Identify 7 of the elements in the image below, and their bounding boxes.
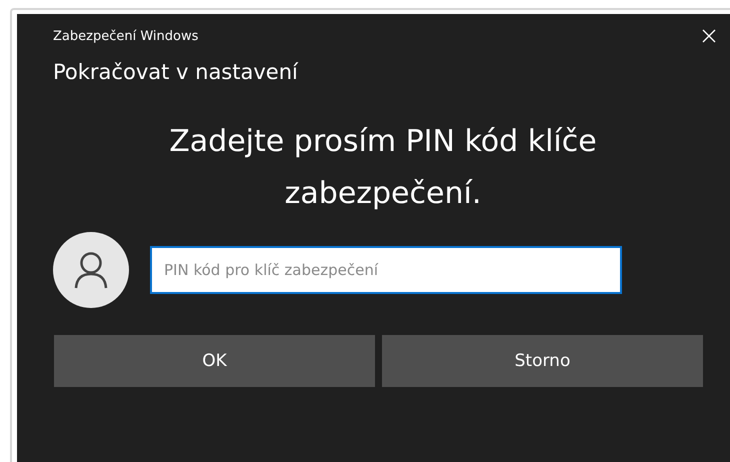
ok-button[interactable]: OK (54, 335, 375, 387)
pin-input-field[interactable]: PIN kód pro klíč zabezpečení (150, 246, 622, 294)
cancel-button[interactable]: Storno (382, 335, 703, 387)
close-icon[interactable] (702, 29, 716, 43)
dialog-heading: Pokračovat v nastavení (53, 60, 300, 84)
window-title: Zabezpečení Windows (53, 28, 198, 44)
instruction-text: Zadejte prosím PIN kód klíče zabezpečení. (168, 123, 598, 213)
